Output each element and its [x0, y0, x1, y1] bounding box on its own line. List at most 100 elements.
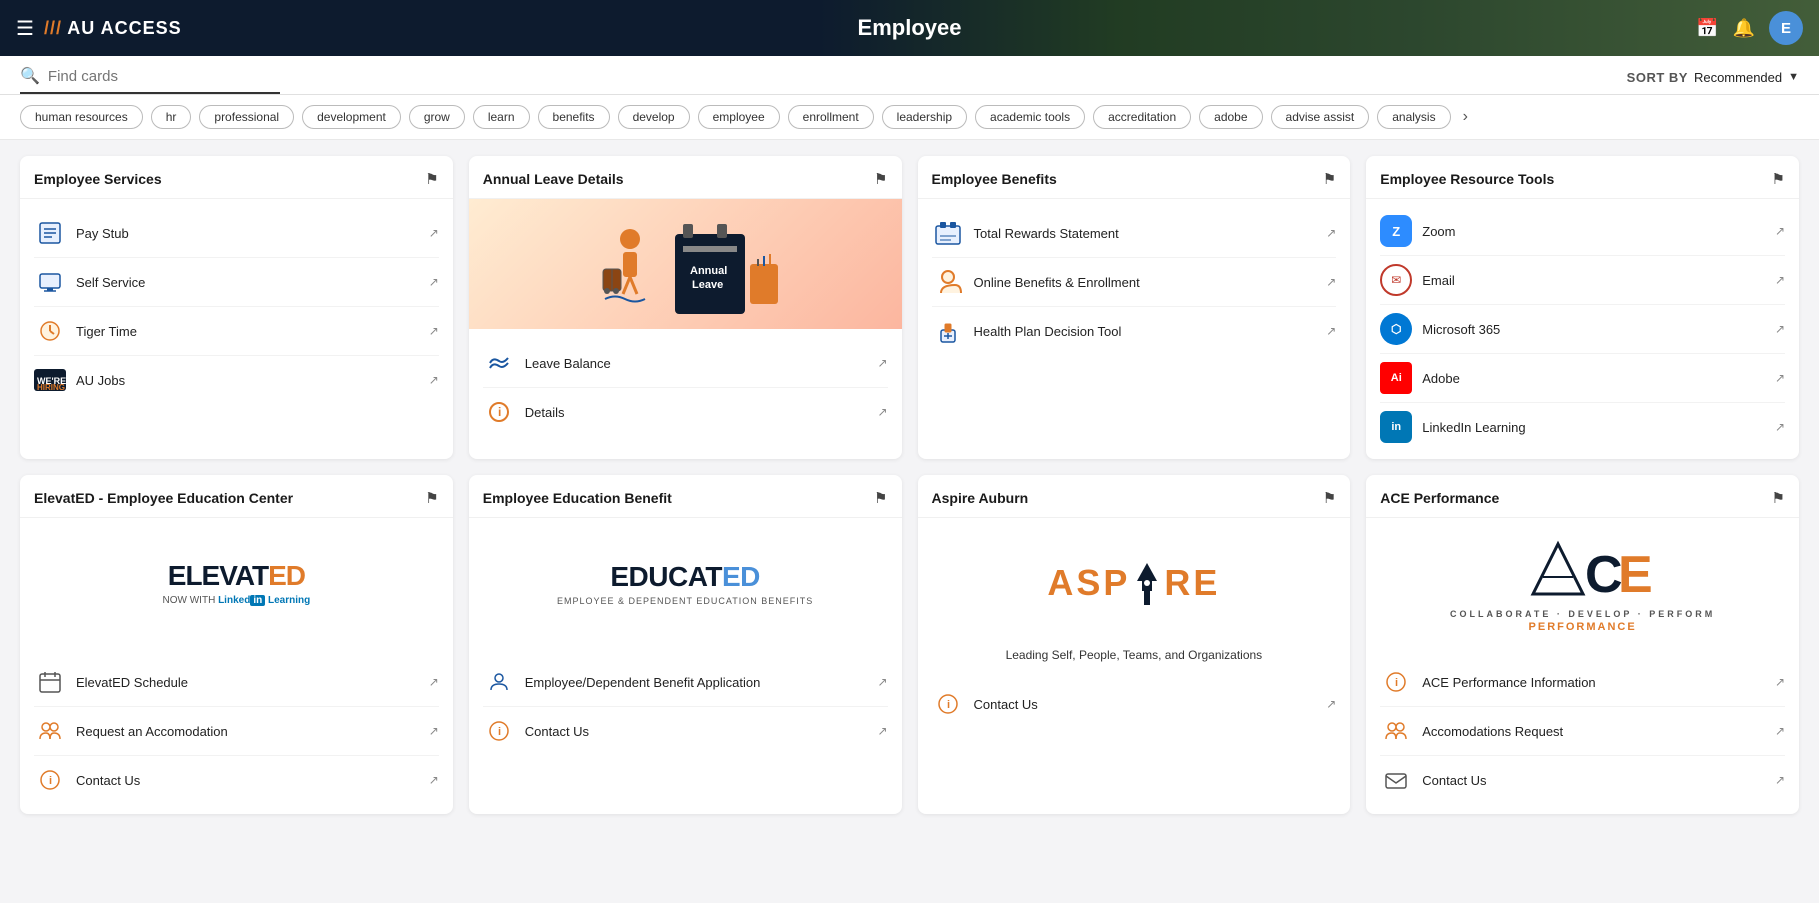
- list-item[interactable]: Accomodations Request ↗: [1380, 707, 1785, 756]
- aspire-logo: ASP RE: [1047, 561, 1220, 605]
- bookmark-icon[interactable]: ⚑: [874, 170, 887, 188]
- list-item[interactable]: Total Rewards Statement ↗: [932, 209, 1337, 258]
- tag-item[interactable]: enrollment: [788, 105, 874, 129]
- list-item[interactable]: Employee/Dependent Benefit Application ↗: [483, 658, 888, 707]
- tag-item[interactable]: analysis: [1377, 105, 1450, 129]
- tag-item[interactable]: hr: [151, 105, 192, 129]
- tag-item[interactable]: adobe: [1199, 105, 1262, 129]
- avatar[interactable]: E: [1769, 11, 1803, 45]
- ace-logo-graphic: C E: [1513, 534, 1653, 604]
- tag-item[interactable]: employee: [698, 105, 780, 129]
- external-link-icon[interactable]: ↗: [1326, 226, 1336, 240]
- list-item[interactable]: Health Plan Decision Tool ↗: [932, 307, 1337, 355]
- card-elevated-title: ElevatED - Employee Education Center: [34, 490, 293, 506]
- logo: /// AU ACCESS: [44, 18, 182, 39]
- tag-item[interactable]: develop: [618, 105, 690, 129]
- list-item[interactable]: Online Benefits & Enrollment ↗: [932, 258, 1337, 307]
- bookmark-icon[interactable]: ⚑: [1772, 170, 1785, 188]
- external-link-icon[interactable]: ↗: [429, 724, 439, 738]
- tag-item[interactable]: advise assist: [1271, 105, 1370, 129]
- external-link-icon[interactable]: ↗: [1775, 224, 1785, 238]
- bookmark-icon[interactable]: ⚑: [1323, 489, 1336, 507]
- list-item[interactable]: ⬡ Microsoft 365 ↗: [1380, 305, 1785, 354]
- list-item[interactable]: i Contact Us ↗: [483, 707, 888, 755]
- external-link-icon[interactable]: ↗: [429, 675, 439, 689]
- card-ace: ACE Performance ⚑ C E COLLABORATE · DEVE…: [1366, 475, 1799, 814]
- list-item[interactable]: Ai Adobe ↗: [1380, 354, 1785, 403]
- list-item[interactable]: Self Service ↗: [34, 258, 439, 307]
- list-item[interactable]: Tiger Time ↗: [34, 307, 439, 356]
- external-link-icon[interactable]: ↗: [877, 356, 887, 370]
- external-link-icon[interactable]: ↗: [429, 324, 439, 338]
- svg-text:Leave: Leave: [692, 279, 723, 291]
- list-item[interactable]: i Contact Us ↗: [932, 680, 1337, 728]
- list-item[interactable]: Z Zoom ↗: [1380, 207, 1785, 256]
- list-item[interactable]: ✉ Email ↗: [1380, 256, 1785, 305]
- external-link-icon[interactable]: ↗: [1775, 371, 1785, 385]
- person-icon: [483, 666, 515, 698]
- list-item[interactable]: i ACE Performance Information ↗: [1380, 658, 1785, 707]
- external-link-icon[interactable]: ↗: [429, 275, 439, 289]
- external-link-icon[interactable]: ↗: [1775, 420, 1785, 434]
- tag-item[interactable]: human resources: [20, 105, 143, 129]
- tag-item[interactable]: development: [302, 105, 401, 129]
- external-link-icon[interactable]: ↗: [1775, 773, 1785, 787]
- external-link-icon[interactable]: ↗: [877, 724, 887, 738]
- external-link-icon[interactable]: ↗: [429, 373, 439, 387]
- tag-item[interactable]: grow: [409, 105, 465, 129]
- search-input[interactable]: [48, 68, 268, 85]
- details-icon: i: [483, 396, 515, 428]
- external-link-icon[interactable]: ↗: [1326, 275, 1336, 289]
- external-link-icon[interactable]: ↗: [1775, 273, 1785, 287]
- tag-item[interactable]: learn: [473, 105, 530, 129]
- educated-contact-label: Contact Us: [525, 724, 589, 739]
- list-item[interactable]: Request an Accomodation ↗: [34, 707, 439, 756]
- bookmark-icon[interactable]: ⚑: [425, 489, 438, 507]
- selfservice-icon: [34, 266, 66, 298]
- list-item[interactable]: Pay Stub ↗: [34, 209, 439, 258]
- tag-item[interactable]: professional: [199, 105, 294, 129]
- aspire-tower-icon: [1132, 561, 1162, 605]
- bookmark-icon[interactable]: ⚑: [874, 489, 887, 507]
- sort-value[interactable]: Recommended: [1694, 70, 1782, 85]
- bookmark-icon[interactable]: ⚑: [425, 170, 438, 188]
- bell-icon[interactable]: 🔔: [1733, 18, 1755, 39]
- bookmark-icon[interactable]: ⚑: [1772, 489, 1785, 507]
- card-ace-header: ACE Performance ⚑: [1366, 475, 1799, 518]
- chevron-down-icon[interactable]: ▼: [1788, 71, 1799, 83]
- list-item[interactable]: in LinkedIn Learning ↗: [1380, 403, 1785, 451]
- list-item[interactable]: i Contact Us ↗: [34, 756, 439, 804]
- card-annual-leave-body: Leave Balance ↗ i Details ↗: [469, 329, 902, 459]
- external-link-icon[interactable]: ↗: [877, 405, 887, 419]
- external-link-icon[interactable]: ↗: [429, 773, 439, 787]
- tag-item[interactable]: accreditation: [1093, 105, 1191, 129]
- card-aspire-body: i Contact Us ↗: [918, 670, 1351, 814]
- list-item[interactable]: Leave Balance ↗: [483, 339, 888, 388]
- external-link-icon[interactable]: ↗: [429, 226, 439, 240]
- bookmark-icon[interactable]: ⚑: [1323, 170, 1336, 188]
- aspire-contact-label: Contact Us: [974, 697, 1038, 712]
- calendar-icon[interactable]: 📅: [1696, 18, 1718, 39]
- annual-leave-illustration: Annual Leave: [469, 199, 902, 329]
- external-link-icon[interactable]: ↗: [1326, 324, 1336, 338]
- hamburger-icon[interactable]: ☰: [16, 16, 34, 41]
- external-link-icon[interactable]: ↗: [1326, 697, 1336, 711]
- list-item[interactable]: WE'REHIRING AU Jobs ↗: [34, 356, 439, 404]
- tag-item[interactable]: academic tools: [975, 105, 1085, 129]
- header: ☰ /// AU ACCESS Employee 📅 🔔 E: [0, 0, 1819, 56]
- tags-next-button[interactable]: ›: [1459, 108, 1472, 126]
- card-resource-tools-body[interactable]: Z Zoom ↗ ✉ Email ↗ ⬡ Microsoft 365 ↗: [1366, 199, 1799, 459]
- external-link-icon[interactable]: ↗: [1775, 675, 1785, 689]
- external-link-icon[interactable]: ↗: [1775, 724, 1785, 738]
- tag-item[interactable]: benefits: [538, 105, 610, 129]
- tag-item[interactable]: leadership: [882, 105, 967, 129]
- aujobs-icon: WE'REHIRING: [34, 364, 66, 396]
- list-item[interactable]: ElevatED Schedule ↗: [34, 658, 439, 707]
- card-employee-benefits-title: Employee Benefits: [932, 171, 1057, 187]
- card-ace-body: i ACE Performance Information ↗ Accomoda…: [1366, 648, 1799, 814]
- external-link-icon[interactable]: ↗: [877, 675, 887, 689]
- list-item[interactable]: i Details ↗: [483, 388, 888, 436]
- search-icon: 🔍: [20, 66, 40, 86]
- list-item[interactable]: Contact Us ↗: [1380, 756, 1785, 804]
- external-link-icon[interactable]: ↗: [1775, 322, 1785, 336]
